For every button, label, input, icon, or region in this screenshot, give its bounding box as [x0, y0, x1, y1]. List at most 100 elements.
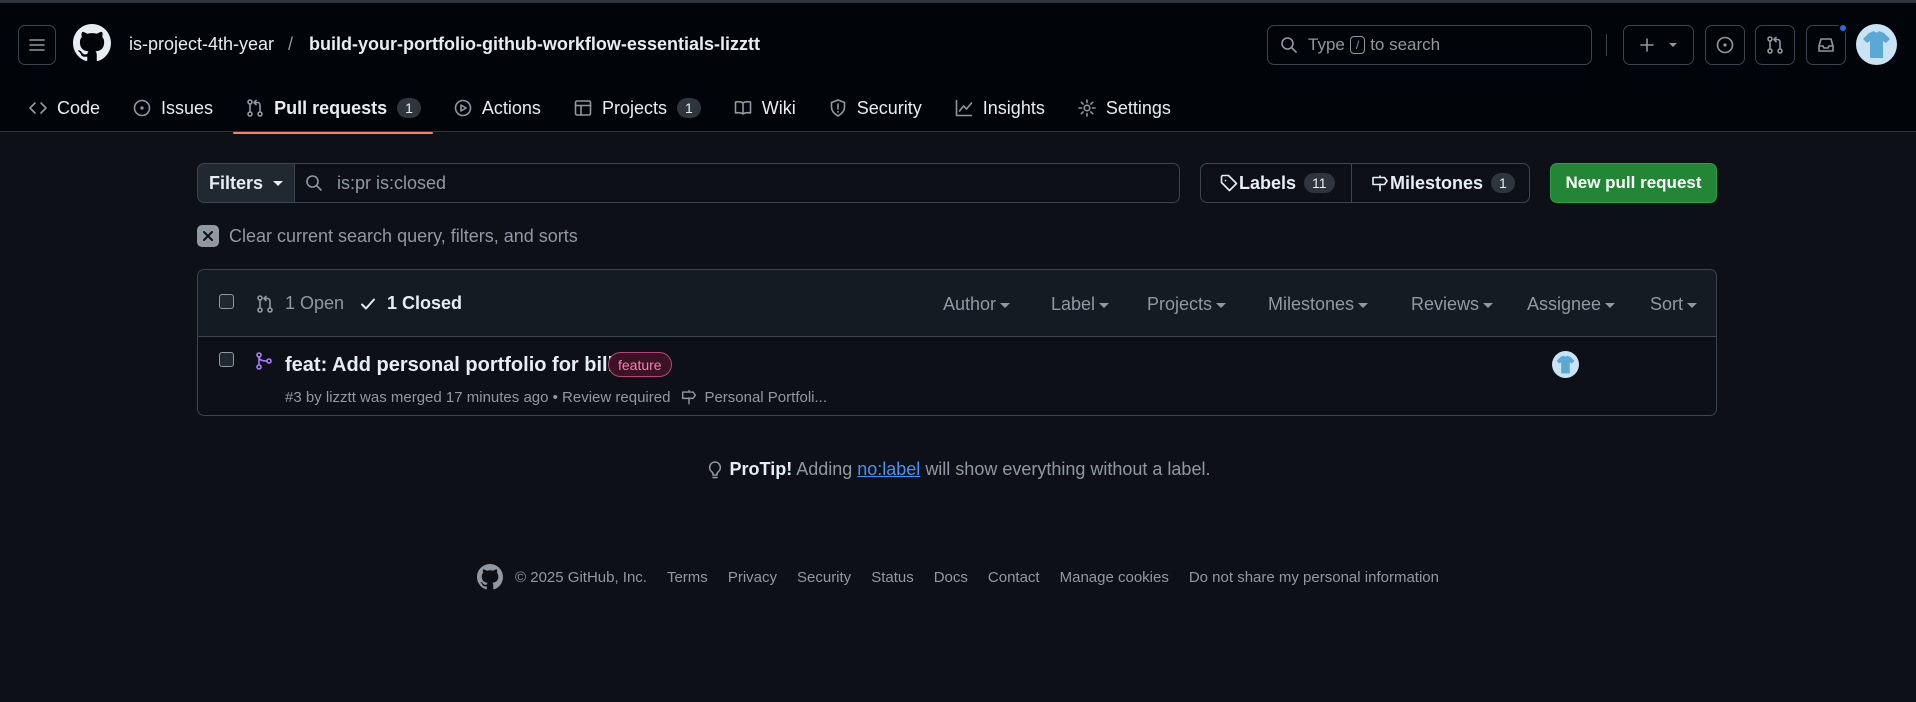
git-pull-request-icon: [257, 294, 273, 313]
open-filter-link[interactable]: 1 Open: [255, 293, 344, 314]
tab-pull-requests[interactable]: Pull requests 1: [233, 90, 433, 134]
close-icon: [197, 225, 219, 247]
author-filter-label: Author: [943, 294, 997, 314]
assignee-filter-label: Assignee: [1527, 294, 1602, 314]
footer-link-security[interactable]: Security: [797, 569, 851, 586]
tag-icon: [1220, 174, 1238, 192]
label-filter[interactable]: Label: [1051, 294, 1110, 315]
header-divider: [1606, 34, 1607, 56]
search-query-input[interactable]: is:pr is:closed: [294, 163, 1180, 203]
tab-label: Issues: [161, 97, 214, 118]
row-checkbox[interactable]: [219, 352, 234, 367]
tab-label: Actions: [481, 97, 541, 118]
search-query-value: is:pr is:closed: [337, 172, 447, 193]
sort-label: Sort: [1650, 294, 1684, 314]
pull-request-title[interactable]: feat: Add personal portfolio for bill: [285, 354, 613, 377]
labels-label: Labels: [1239, 172, 1297, 193]
menu-button[interactable]: [18, 25, 56, 65]
breadcrumb-separator: /: [288, 34, 294, 54]
protip-after: will show everything without a label.: [925, 459, 1211, 479]
hamburger-icon: [29, 39, 45, 51]
tab-label: Code: [57, 97, 101, 118]
tab-settings[interactable]: Settings: [1065, 90, 1183, 126]
footer-link-do-not-share[interactable]: Do not share my personal information: [1189, 569, 1439, 586]
author-filter[interactable]: Author: [943, 294, 1011, 315]
sort-dropdown[interactable]: Sort: [1650, 294, 1698, 315]
footer-link-docs[interactable]: Docs: [934, 569, 968, 586]
issues-button[interactable]: [1705, 25, 1745, 65]
milestone-icon: [682, 389, 697, 405]
footer-copyright: © 2025 GitHub, Inc.: [515, 568, 647, 586]
github-logo[interactable]: [73, 24, 111, 62]
footer-link-privacy[interactable]: Privacy: [728, 569, 777, 586]
tab-code[interactable]: Code: [16, 90, 112, 126]
git-pull-request-icon: [1767, 36, 1783, 54]
clear-filters-link[interactable]: Clear current search query, filters, and…: [197, 225, 578, 247]
graph-icon: [955, 99, 973, 117]
pull-request-icon: [247, 99, 263, 117]
protip: ProTip! Adding no:label will show everyt…: [0, 459, 1916, 480]
shield-icon: [830, 99, 846, 117]
new-pull-request-button[interactable]: New pull request: [1550, 163, 1717, 203]
light-bulb-icon: [708, 460, 721, 478]
filters-label: Filters: [208, 172, 264, 193]
reviews-filter[interactable]: Reviews: [1411, 294, 1494, 315]
assignee-filter[interactable]: Assignee: [1527, 294, 1616, 315]
projects-filter-label: Projects: [1147, 294, 1213, 314]
assignee-avatar[interactable]: [1552, 351, 1579, 378]
closed-count-label: 1 Closed: [387, 293, 463, 313]
footer-link-terms[interactable]: Terms: [667, 569, 708, 586]
footer-link-status[interactable]: Status: [871, 569, 914, 586]
repo-tabs: Code Issues Pull requests 1 Actions Proj…: [16, 90, 1191, 134]
tab-wiki[interactable]: Wiki: [721, 90, 808, 126]
tab-issues[interactable]: Issues: [120, 90, 225, 126]
breadcrumb-owner[interactable]: is-project-4th-year: [129, 34, 274, 55]
milestones-filter-label: Milestones: [1268, 294, 1355, 314]
github-mark-icon[interactable]: [477, 564, 504, 590]
label-filter-label: Label: [1051, 294, 1096, 314]
footer-link-manage-cookies[interactable]: Manage cookies: [1060, 569, 1169, 586]
protip-link[interactable]: no:label: [857, 459, 920, 480]
search-prefix: Type: [1308, 35, 1345, 54]
repo-header: is-project-4th-year / build-your-portfol…: [0, 3, 1916, 134]
tab-projects[interactable]: Projects 1: [561, 90, 713, 126]
caret-down-icon: [1605, 302, 1616, 308]
search-suffix: to search: [1370, 35, 1441, 54]
triangle-down-icon: [1668, 43, 1677, 47]
breadcrumb-repo[interactable]: build-your-portfolio-github-workflow-ess…: [309, 34, 760, 55]
user-avatar[interactable]: [1856, 24, 1897, 65]
tab-counter: 1: [676, 98, 701, 118]
tab-security[interactable]: Security: [816, 90, 934, 126]
footer-link-contact[interactable]: Contact: [988, 569, 1040, 586]
select-all-checkbox[interactable]: [219, 294, 234, 309]
create-new-button[interactable]: [1623, 25, 1694, 65]
milestones-filter[interactable]: Milestones: [1268, 294, 1369, 315]
issue-icon: [133, 99, 151, 117]
milestone-link[interactable]: Personal Portfoli...: [704, 389, 827, 406]
caret-down-icon: [273, 180, 284, 186]
tab-label: Security: [856, 97, 922, 118]
pull-request-list: 1 Open 1 Closed Author Label Projects Mi…: [197, 269, 1717, 416]
plus-icon: [1639, 38, 1654, 52]
caret-down-icon: [1216, 302, 1227, 308]
tab-insights[interactable]: Insights: [942, 90, 1057, 126]
closed-filter-link[interactable]: 1 Closed: [359, 293, 462, 314]
site-footer: © 2025 GitHub, Inc. Terms Privacy Securi…: [0, 564, 1916, 590]
filters-dropdown-button[interactable]: Filters: [197, 163, 295, 203]
milestones-label: Milestones: [1390, 172, 1484, 193]
label-badge[interactable]: feature: [608, 352, 672, 377]
global-search-input[interactable]: Type / to search: [1267, 25, 1592, 65]
labels-button[interactable]: Labels 11: [1200, 163, 1352, 203]
tab-label: Settings: [1105, 97, 1171, 118]
github-mark-icon: [73, 24, 111, 62]
tab-actions[interactable]: Actions: [441, 90, 553, 126]
notification-dot: [1838, 23, 1848, 33]
caret-down-icon: [1687, 302, 1698, 308]
book-icon: [734, 100, 752, 115]
check-icon: [361, 298, 375, 309]
projects-filter[interactable]: Projects: [1147, 294, 1227, 315]
milestones-button[interactable]: Milestones 1: [1351, 163, 1530, 203]
tab-label: Insights: [982, 97, 1045, 118]
pull-requests-button[interactable]: [1755, 25, 1795, 65]
caret-down-icon: [1099, 302, 1110, 308]
